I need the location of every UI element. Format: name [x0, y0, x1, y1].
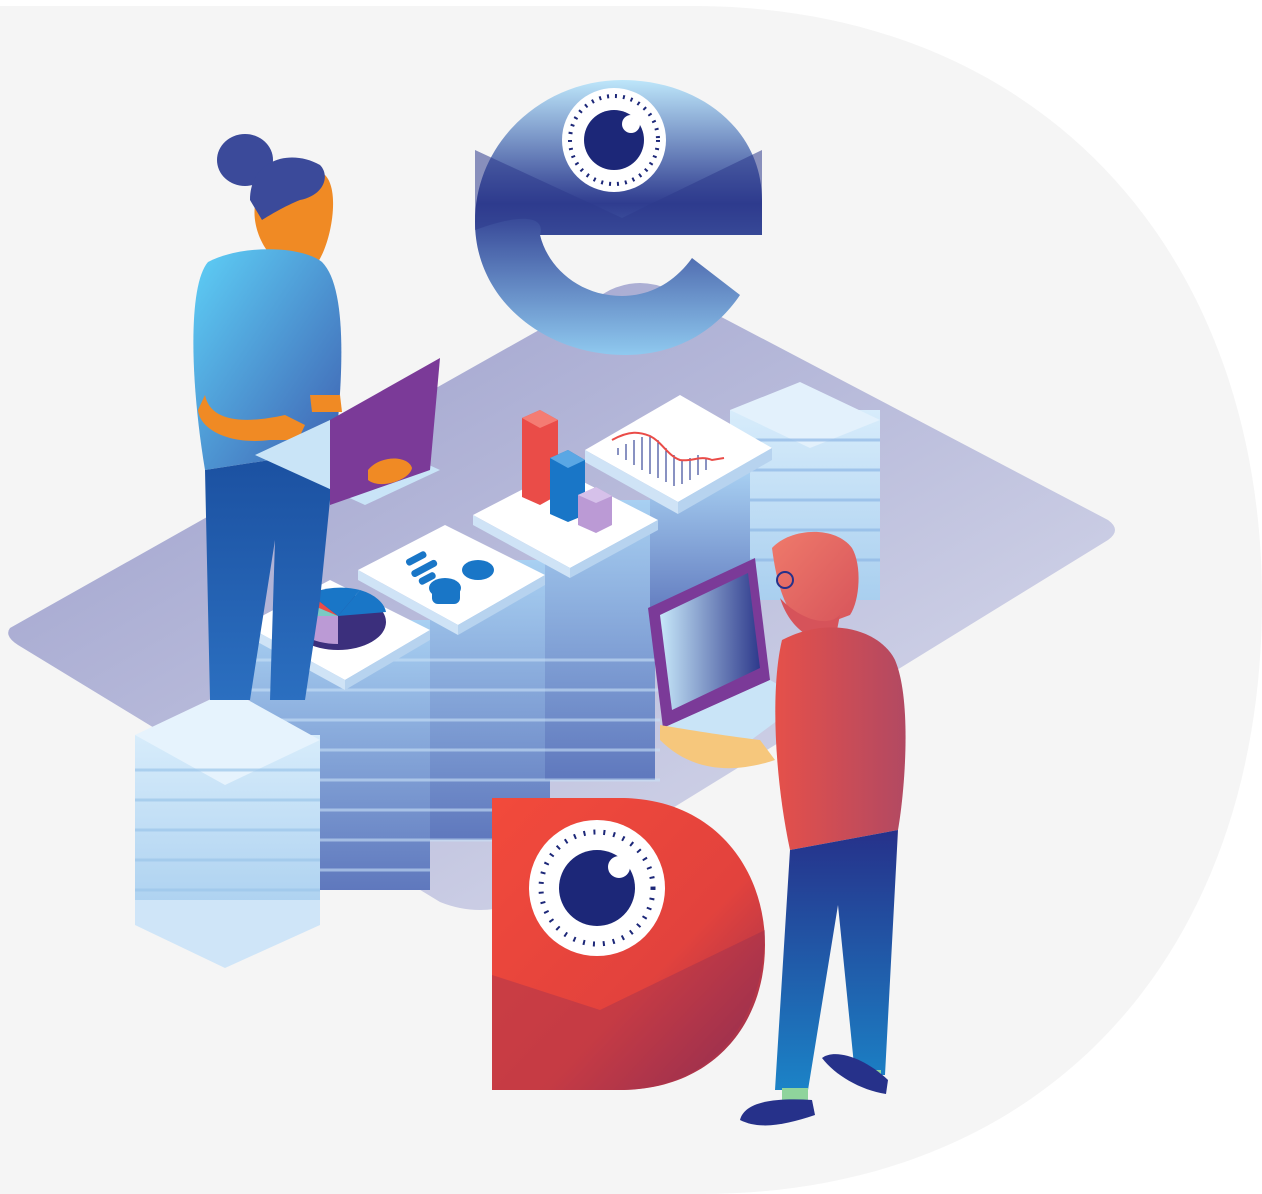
- eye-icon: [562, 88, 666, 192]
- server-stack-front-left: [135, 690, 320, 968]
- isometric-data-illustration: [0, 6, 1262, 1194]
- eye-icon: [529, 820, 665, 956]
